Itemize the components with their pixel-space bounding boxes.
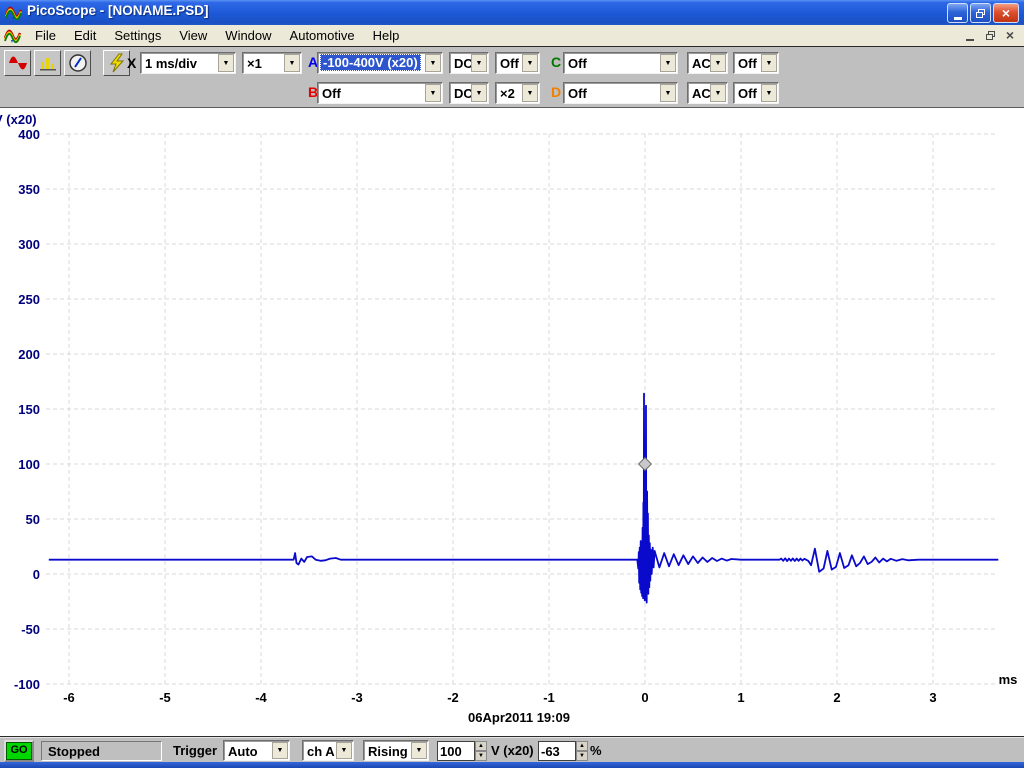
channel-c-range-select[interactable]: Off ▼: [563, 52, 678, 74]
trigger-level-unit: V (x20): [491, 743, 534, 758]
spin-up-icon[interactable]: ▲: [475, 741, 487, 751]
trigger-flash-button[interactable]: [103, 50, 130, 76]
spin-down-icon[interactable]: ▼: [576, 751, 588, 761]
chevron-down-icon[interactable]: ▼: [761, 84, 777, 102]
trigger-marker[interactable]: [639, 458, 652, 471]
channel-a-option-select[interactable]: Off ▼: [495, 52, 540, 74]
spectrum-bars-icon: [39, 54, 57, 72]
x-tick-label: -5: [159, 690, 171, 705]
y-tick-label: 50: [26, 512, 40, 527]
sine-wave-icon: [8, 54, 28, 72]
x-tick-label: 0: [641, 690, 648, 705]
chevron-down-icon[interactable]: ▼: [411, 742, 427, 759]
y-tick-label: 200: [18, 347, 40, 362]
trigger-edge-select[interactable]: Rising ▼: [363, 740, 429, 761]
trigger-delay-unit: %: [590, 743, 602, 758]
y-tick-label: 350: [18, 182, 40, 197]
chevron-down-icon[interactable]: ▼: [761, 54, 777, 72]
x-tick-label: -3: [351, 690, 363, 705]
trigger-label: Trigger: [173, 743, 217, 758]
channel-d-coupling-select[interactable]: AC ▼: [687, 82, 728, 104]
y-tick-label: 400: [18, 127, 40, 142]
chevron-down-icon[interactable]: ▼: [284, 54, 300, 72]
picoscope-window: 400 350 300 250 200 150 100 50 0 -50 -100 -6 -5 -4 -3 -…: [0, 0, 1024, 768]
go-button[interactable]: GO: [4, 740, 34, 762]
timebase-select[interactable]: 1 ms/div ▼: [140, 52, 236, 74]
y-tick-label: 300: [18, 237, 40, 252]
spectrum-view-button[interactable]: [34, 50, 61, 76]
chevron-down-icon[interactable]: ▼: [425, 54, 441, 72]
trigger-delay-input[interactable]: [538, 741, 576, 761]
channel-a-range-select[interactable]: -100-400V (x20) ▼: [317, 52, 443, 74]
trigger-level-stepper[interactable]: ▲ ▼: [475, 741, 487, 761]
trigger-mode-select[interactable]: Auto ▼: [223, 740, 290, 761]
channel-b-option-select[interactable]: ×2 ▼: [495, 82, 540, 104]
chevron-down-icon[interactable]: ▼: [471, 54, 487, 72]
channel-c-option-select[interactable]: Off ▼: [733, 52, 779, 74]
spin-up-icon[interactable]: ▲: [576, 741, 588, 751]
x-tick-label: 1: [737, 690, 744, 705]
y-tick-label: -100: [14, 677, 40, 692]
timestamp-label: 06Apr2011 19:09: [468, 710, 570, 725]
channel-b-coupling-select[interactable]: DC ▼: [449, 82, 489, 104]
timebase-multiplier-select[interactable]: ×1 ▼: [242, 52, 302, 74]
chevron-down-icon[interactable]: ▼: [660, 84, 676, 102]
chevron-down-icon[interactable]: ▼: [522, 54, 538, 72]
x-axis-label: ms: [999, 672, 1018, 687]
channel-a-coupling-select[interactable]: DC ▼: [449, 52, 489, 74]
channel-d-label: D: [551, 84, 561, 100]
chevron-down-icon[interactable]: ▼: [710, 84, 726, 102]
channel-c-coupling-select[interactable]: AC ▼: [687, 52, 728, 74]
x-multiplier-label: X: [127, 55, 136, 71]
x-tick-label: -6: [63, 690, 75, 705]
x-tick-label: -1: [543, 690, 555, 705]
x-tick-label: 2: [833, 690, 840, 705]
y-tick-label: 250: [18, 292, 40, 307]
chevron-down-icon[interactable]: ▼: [272, 742, 288, 759]
chevron-down-icon[interactable]: ▼: [710, 54, 726, 72]
oscilloscope-view-button[interactable]: [4, 50, 31, 76]
status-bar: GO Stopped Trigger Auto ▼ ch A ▼ Rising …: [0, 736, 1024, 762]
x-tick-label: -2: [447, 690, 459, 705]
chevron-down-icon[interactable]: ▼: [522, 84, 538, 102]
channel-d-range-select[interactable]: Off ▼: [563, 82, 678, 104]
meter-view-button[interactable]: [64, 50, 91, 76]
channel-b-range-select[interactable]: Off ▼: [317, 82, 443, 104]
y-tick-label: 150: [18, 402, 40, 417]
chevron-down-icon[interactable]: ▼: [336, 742, 352, 759]
chevron-down-icon[interactable]: ▼: [425, 84, 441, 102]
trigger-source-select[interactable]: ch A ▼: [302, 740, 354, 761]
chevron-down-icon[interactable]: ▼: [471, 84, 487, 102]
x-tick-label: -4: [255, 690, 267, 705]
channel-c-label: C: [551, 54, 561, 70]
spin-down-icon[interactable]: ▼: [475, 751, 487, 761]
y-tick-label: -50: [21, 622, 40, 637]
trigger-level-input[interactable]: [437, 741, 475, 761]
trigger-delay-stepper[interactable]: ▲ ▼: [576, 741, 588, 761]
y-tick-label: 100: [18, 457, 40, 472]
toolbar: X 1 ms/div ▼ ×1 ▼ A -100-400V (x20) ▼ DC…: [0, 46, 1024, 108]
waveform-plot: 400 350 300 250 200 150 100 50 0 -50 -100 -6 -5 -4 -3 -…: [0, 0, 1024, 768]
chevron-down-icon[interactable]: ▼: [660, 54, 676, 72]
status-text: Stopped: [41, 741, 162, 761]
chevron-down-icon[interactable]: ▼: [218, 54, 234, 72]
y-tick-label: 0: [33, 567, 40, 582]
x-tick-label: 3: [929, 690, 936, 705]
y-axis-label: V (x20): [0, 112, 37, 127]
waveform-trace: [49, 394, 999, 603]
window-border: [0, 762, 1024, 768]
lightning-bolt-icon: [108, 53, 126, 73]
channel-d-option-select[interactable]: Off ▼: [733, 82, 779, 104]
gauge-meter-icon: [68, 53, 88, 73]
